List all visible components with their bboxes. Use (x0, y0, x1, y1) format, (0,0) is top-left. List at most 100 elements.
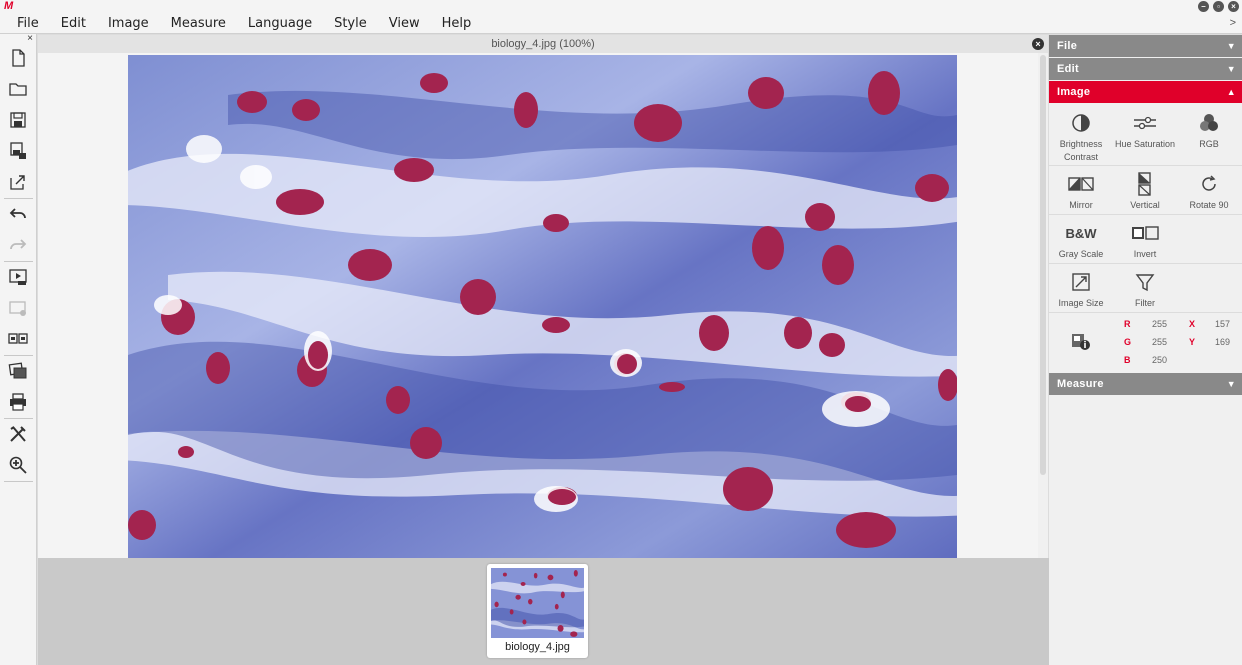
menu-image[interactable]: Image (97, 16, 160, 31)
image-size-icon (1049, 270, 1113, 294)
section-image[interactable]: Image ▲ (1049, 81, 1242, 103)
camera-icon[interactable] (6, 296, 30, 320)
document-tab: biology_4.jpg (100%) × (38, 35, 1048, 53)
menu-language[interactable]: Language (237, 16, 323, 31)
close-document-button[interactable]: × (1032, 38, 1044, 50)
save-as-icon[interactable] (6, 139, 30, 163)
main-image[interactable] (128, 55, 957, 558)
pixel-y-label: Y (1189, 337, 1196, 347)
pixel-b-label: B (1124, 355, 1131, 365)
pixel-b-value: 250 (1152, 355, 1168, 365)
bw-glyph: B&W (1065, 225, 1097, 241)
section-measure-label: Measure (1057, 378, 1104, 390)
gray-scale-label: Gray Scale (1058, 249, 1104, 259)
left-toolbar: × (0, 33, 37, 665)
compare-icon[interactable] (6, 327, 30, 351)
vertical-scrollbar[interactable] (1038, 53, 1048, 558)
section-file-label: File (1057, 40, 1078, 52)
section-edit[interactable]: Edit ▼ (1049, 58, 1242, 80)
mirror-icon (1049, 172, 1113, 196)
menu-view[interactable]: View (378, 16, 431, 31)
image-size-button[interactable]: Image Size (1049, 270, 1113, 310)
toolbar-divider (4, 418, 33, 419)
vertical-flip-label: Vertical (1130, 200, 1160, 210)
menu-help[interactable]: Help (431, 16, 483, 31)
section-edit-label: Edit (1057, 63, 1079, 75)
invert-label: Invert (1133, 249, 1157, 259)
print-icon[interactable] (6, 390, 30, 414)
toolbar-divider (4, 261, 33, 262)
mirror-label: Mirror (1069, 200, 1093, 210)
thumbnail-label: biology_4.jpg (505, 641, 570, 653)
rotate-button[interactable]: Rotate 90 (1177, 172, 1241, 212)
gray-scale-button[interactable]: B&W Gray Scale (1049, 221, 1113, 261)
chevron-down-icon: ▼ (1226, 379, 1236, 389)
menu-bar: File Edit Image Measure Language Style V… (0, 14, 1242, 34)
open-folder-icon[interactable] (6, 77, 30, 101)
gallery-icon[interactable] (6, 359, 30, 383)
section-image-label: Image (1057, 86, 1091, 98)
panel-toggle-button[interactable]: > (1230, 17, 1236, 29)
vertical-flip-icon (1113, 172, 1177, 196)
toolbar-close-button[interactable]: × (27, 33, 33, 44)
row-divider (1049, 214, 1242, 215)
toolbar-divider (4, 355, 33, 356)
rotate-icon (1177, 172, 1241, 196)
pixel-y-value: 169 (1215, 337, 1231, 347)
minimize-button[interactable]: – (1198, 1, 1209, 12)
brightness-contrast-button[interactable]: Brightness Contrast (1049, 111, 1113, 164)
zoom-icon[interactable] (6, 453, 30, 477)
maximize-button[interactable]: ▫ (1213, 1, 1224, 12)
pixel-info-icon (1071, 333, 1091, 356)
undo-icon[interactable] (6, 202, 30, 226)
chevron-down-icon: ▼ (1226, 64, 1236, 74)
tools-icon[interactable] (6, 422, 30, 446)
export-icon[interactable] (6, 170, 30, 194)
thumbnail-image (491, 568, 584, 638)
toolbar-divider (4, 481, 33, 482)
vertical-flip-button[interactable]: Vertical (1113, 172, 1177, 212)
thumbnail-strip: biology_4.jpg (38, 558, 1049, 665)
app-logo: M (4, 0, 14, 12)
toolbar-divider (4, 198, 33, 199)
pixel-g-label: G (1124, 337, 1132, 347)
mirror-button[interactable]: Mirror (1049, 172, 1113, 212)
pixel-g-value: 255 (1152, 337, 1168, 347)
close-window-button[interactable]: × (1228, 1, 1239, 12)
pixel-r-label: R (1124, 319, 1131, 329)
row-divider (1049, 165, 1242, 166)
menu-measure[interactable]: Measure (160, 16, 237, 31)
rotate-label: Rotate 90 (1189, 200, 1229, 210)
rgb-label: RGB (1199, 139, 1219, 149)
window-controls: – ▫ × (1198, 1, 1239, 12)
document-title: biology_4.jpg (100%) (491, 38, 595, 50)
pixel-r-value: 255 (1152, 319, 1168, 329)
menu-style[interactable]: Style (323, 16, 378, 31)
row-divider (1049, 263, 1242, 264)
new-file-icon[interactable] (6, 46, 30, 70)
rgb-button[interactable]: RGB (1177, 111, 1241, 151)
thumbnail-item[interactable]: biology_4.jpg (487, 564, 588, 658)
hue-saturation-button[interactable]: Hue Saturation (1113, 111, 1177, 151)
bw-icon: B&W (1049, 221, 1113, 245)
hue-saturation-label: Hue Saturation (1114, 139, 1176, 149)
right-panel: File ▼ Edit ▼ Image ▲ Brightness Contras… (1049, 35, 1242, 665)
invert-icon (1113, 221, 1177, 245)
invert-button[interactable]: Invert (1113, 221, 1177, 261)
slideshow-icon[interactable] (6, 265, 30, 289)
filter-button[interactable]: Filter (1113, 270, 1177, 310)
section-measure[interactable]: Measure ▼ (1049, 373, 1242, 395)
filter-label: Filter (1135, 298, 1155, 308)
scrollbar-thumb[interactable] (1040, 55, 1046, 475)
save-icon[interactable] (6, 108, 30, 132)
menu-edit[interactable]: Edit (50, 16, 97, 31)
brightness-contrast-icon (1049, 111, 1113, 135)
brightness-contrast-label: Brightness Contrast (1059, 139, 1103, 162)
section-file[interactable]: File ▼ (1049, 35, 1242, 57)
menu-file[interactable]: File (0, 16, 50, 31)
chevron-up-icon: ▲ (1226, 87, 1236, 97)
title-bar: M – ▫ × (0, 0, 1242, 14)
pixel-x-value: 157 (1215, 319, 1231, 329)
rgb-icon (1177, 111, 1241, 135)
redo-icon[interactable] (6, 233, 30, 257)
